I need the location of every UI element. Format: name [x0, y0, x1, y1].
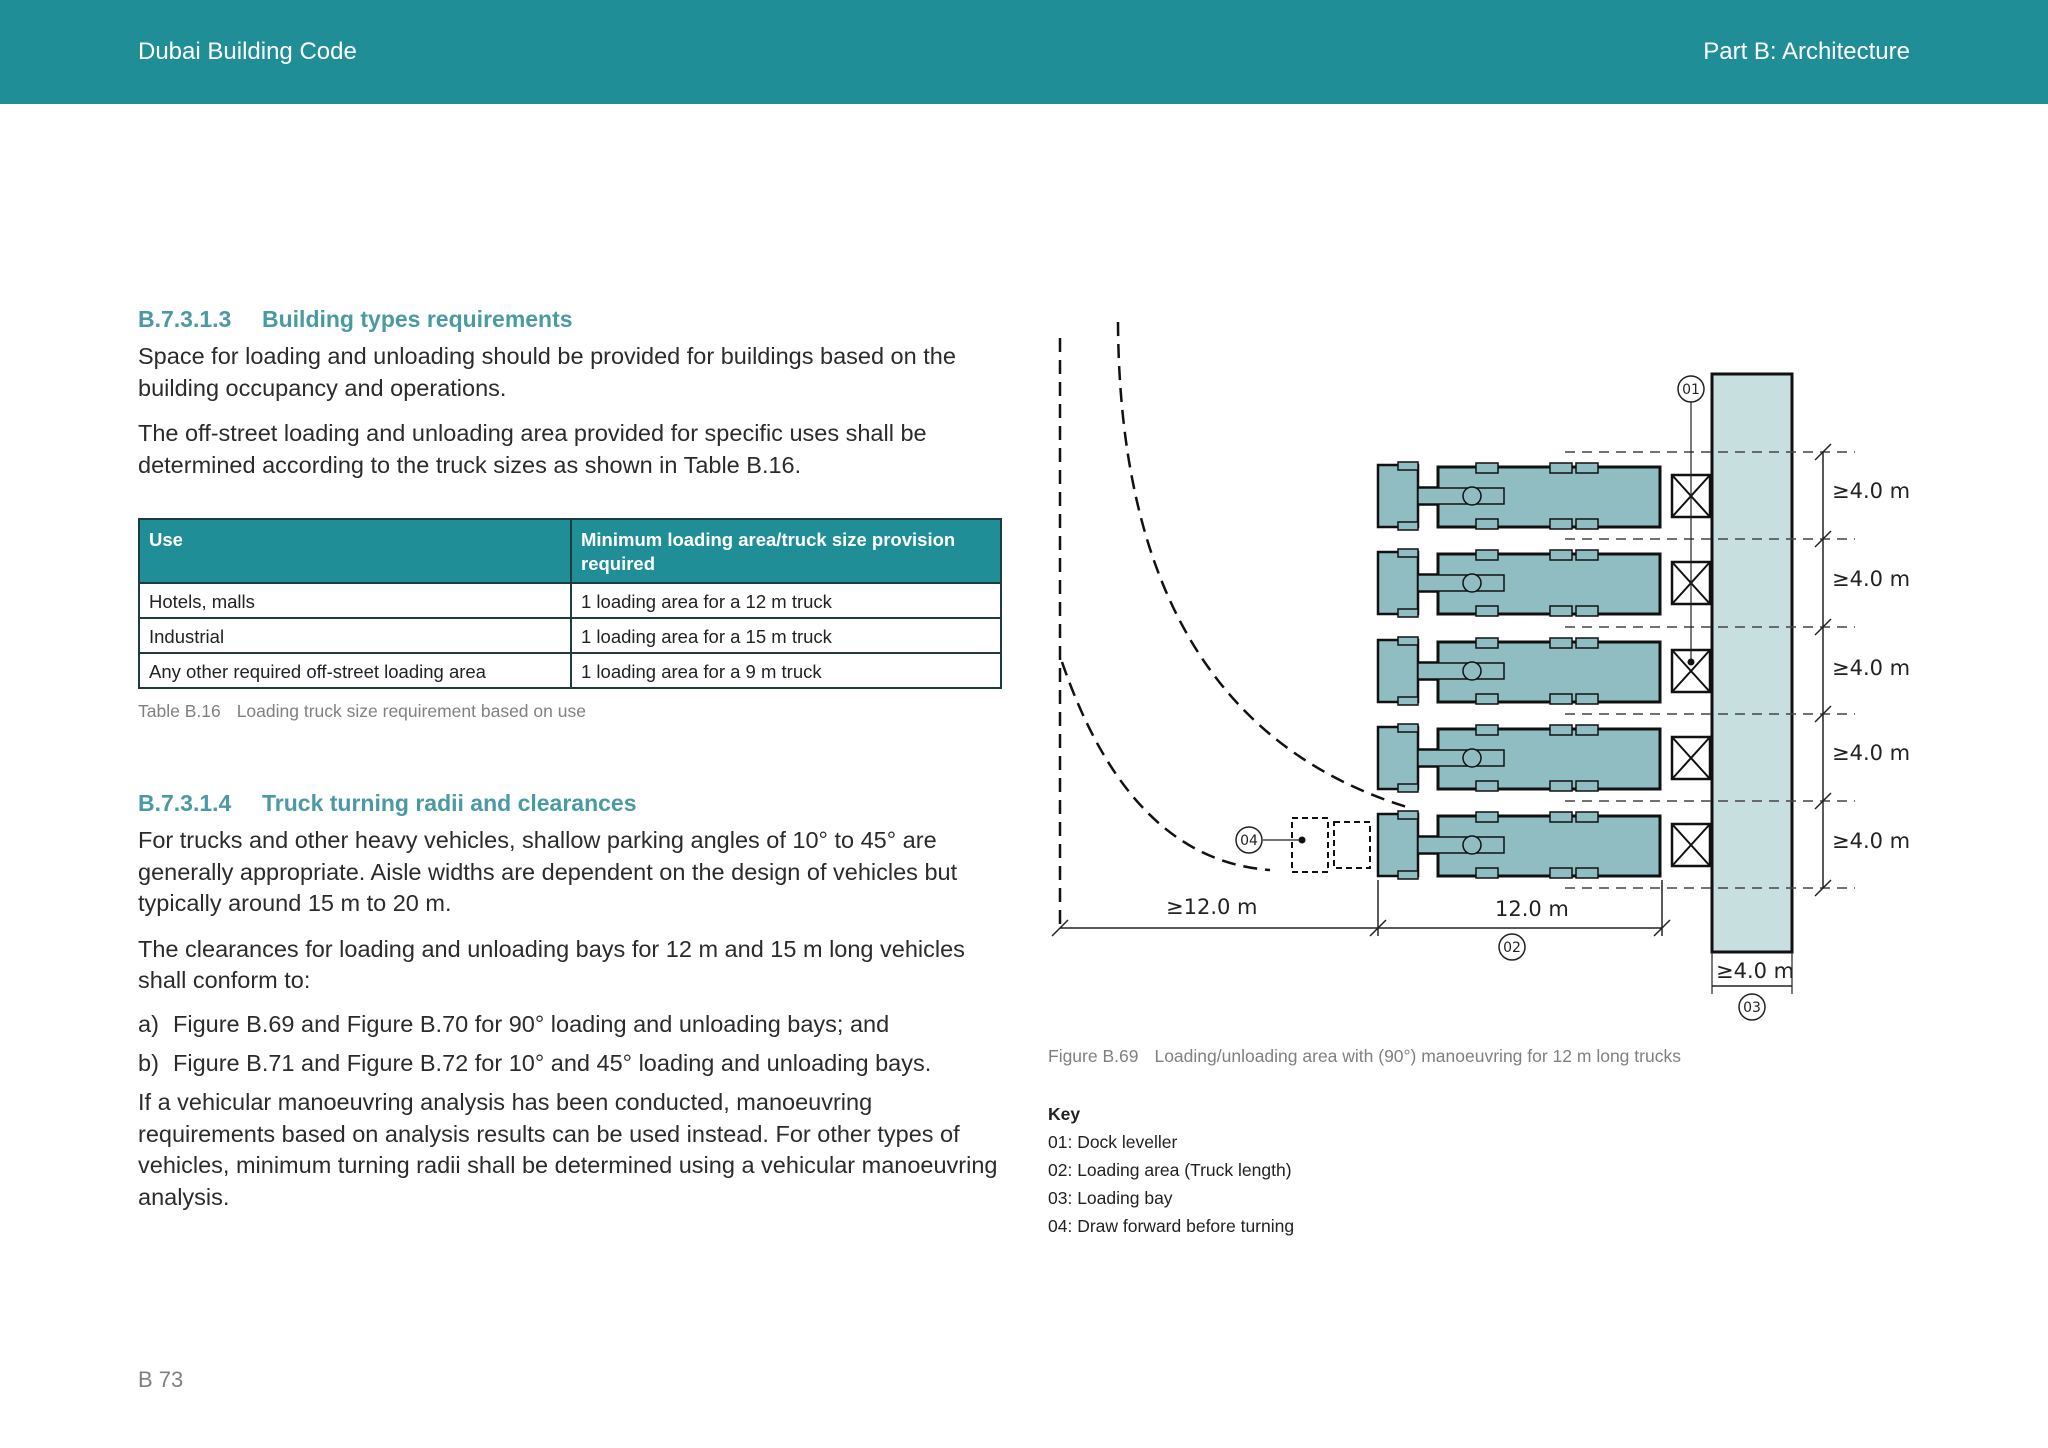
table-row: Any other required off-street loading ar… [138, 652, 1002, 689]
marker-03-label: 03 [1743, 1000, 1761, 1016]
key-title: Key [1048, 1104, 1081, 1124]
key-item: 03: Loading bay [1048, 1188, 1173, 1208]
list-marker: b) [138, 1050, 159, 1076]
marker-01-label: 01 [1682, 382, 1700, 398]
loading-bay-platform [1710, 372, 1794, 954]
truck [1376, 547, 1712, 619]
document-title: Dubai Building Code [138, 38, 357, 65]
section-title: Truck turning radii and clearances [262, 790, 637, 816]
table-cell: Hotels, malls [138, 582, 572, 619]
section-body: For trucks and other heavy vehicles, sha… [138, 825, 998, 997]
turning-path-outer [1116, 321, 1411, 810]
key-item: 01: Dock leveller [1048, 1132, 1178, 1152]
key-item: 04: Draw forward before turning [1048, 1216, 1295, 1236]
truck [1376, 460, 1712, 532]
table-cell: 1 loading area for a 12 m truck [570, 582, 1002, 619]
paragraph: For trucks and other heavy vehicles, sha… [138, 827, 958, 916]
table-cell: 1 loading area for a 15 m truck [570, 617, 1002, 654]
caption-text: Loading truck size requirement based on … [236, 701, 586, 721]
aisle-width-label: ≥12.0 m [1166, 895, 1258, 919]
caption-label: Table B.16 [138, 701, 221, 721]
list-marker: a) [138, 1011, 159, 1037]
page-number: B 73 [138, 1367, 184, 1392]
bay-spacing-label: ≥4.0 m [1832, 567, 1910, 591]
table-cell: Industrial [138, 617, 572, 654]
draw-forward-position [1333, 821, 1371, 869]
draw-forward-position [1291, 817, 1329, 873]
truck-length-label: 12.0 m [1495, 897, 1569, 921]
truck [1376, 722, 1712, 794]
figure-key: Key 01: Dock leveller 02: Loading area (… [1048, 1100, 1294, 1240]
paragraph: Space for loading and unloading should b… [138, 343, 956, 401]
figure-caption: Figure B.69 Loading/unloading area with (… [1048, 1046, 1681, 1067]
caption-label: Figure B.69 [1048, 1046, 1139, 1066]
bay-spacing-label: ≥4.0 m [1832, 829, 1910, 853]
marker-02-label: 02 [1503, 940, 1521, 956]
section-number: B.7.3.1.3 [138, 306, 232, 332]
section-heading-turning-radii: B.7.3.1.4 Truck turning radii and clearan… [138, 790, 637, 817]
column-header: Minimum loading area/truck size provisio… [570, 518, 1002, 584]
paragraph: The clearances for loading and unloading… [138, 935, 965, 994]
table-caption: Table B.16 Loading truck size requirement… [138, 701, 586, 722]
paragraph: If a vehicular manoeuvring analysis has … [138, 1089, 998, 1210]
list-text: Figure B.71 and Figure B.72 for 10° and … [173, 1050, 932, 1076]
table-header-row: Use Minimum loading area/truck size prov… [138, 518, 1002, 584]
part-title: Part B: Architecture [1703, 38, 1910, 65]
list-item: b) Figure B.71 and Figure B.72 for 10° an… [138, 1050, 998, 1077]
table-cell: Any other required off-street loading ar… [138, 652, 572, 689]
table-row: Hotels, malls 1 loading area for a 12 m … [138, 582, 1002, 619]
marker-04-label: 04 [1240, 833, 1258, 849]
paragraph: The off-street loading and unloading are… [138, 420, 927, 478]
bay-spacing-label: ≥4.0 m [1832, 656, 1910, 680]
truck [1376, 635, 1712, 707]
bay-spacing-label: ≥4.0 m [1832, 479, 1910, 503]
table-cell: 1 loading area for a 9 m truck [570, 652, 1002, 689]
key-item: 02: Loading area (Truck length) [1048, 1160, 1292, 1180]
column-header: Use [138, 518, 572, 584]
list-item: a) Figure B.69 and Figure B.70 for 90° lo… [138, 1011, 998, 1038]
table-row: Industrial 1 loading area for a 15 m tru… [138, 617, 1002, 654]
list-text: Figure B.69 and Figure B.70 for 90° load… [173, 1011, 890, 1037]
section-heading-building-types: B.7.3.1.3 Building types requirements [138, 306, 573, 333]
section-body: Space for loading and unloading should b… [138, 341, 998, 481]
loading-bay-diagram: ≥4.0 m ≥4.0 m ≥4.0 m ≥4.0 m ≥4.0 m ≥12.0… [1051, 321, 1910, 1021]
section-number: B.7.3.1.4 [138, 790, 232, 816]
bay-depth-label: ≥4.0 m [1716, 959, 1794, 983]
truck [1376, 809, 1712, 881]
section-body: If a vehicular manoeuvring analysis has … [138, 1087, 998, 1213]
caption-text: Loading/unloading area with (90°) manoeu… [1154, 1046, 1681, 1066]
section-title: Building types requirements [262, 306, 573, 332]
header-bar: Dubai Building Code Part B: Architecture [0, 0, 2048, 104]
truck-size-table: Use Minimum loading area/truck size prov… [138, 518, 1002, 689]
bay-spacing-label: ≥4.0 m [1832, 741, 1910, 765]
